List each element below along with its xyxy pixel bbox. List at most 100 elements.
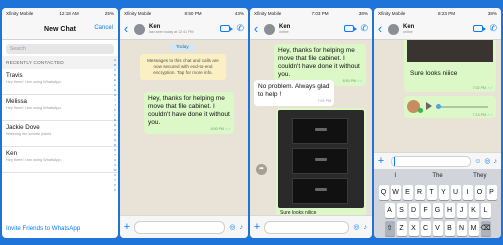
- key[interactable]: B: [444, 221, 455, 236]
- photo-message[interactable]: Sure looks nilice: [276, 108, 366, 216]
- contact-row[interactable]: Travis Hey there! I am using WhatsApp.: [2, 69, 118, 95]
- voice-message[interactable]: 7:13 PM ✓✓: [404, 96, 496, 118]
- mic-badge-icon: [418, 108, 423, 113]
- key[interactable]: Y: [438, 185, 449, 200]
- avatar[interactable]: [134, 23, 145, 35]
- playback-handle[interactable]: [436, 104, 441, 109]
- key[interactable]: H: [444, 203, 455, 218]
- suggestion[interactable]: They: [459, 169, 501, 183]
- video-call-icon[interactable]: [220, 25, 234, 32]
- message-time: 8:50 PM: [210, 127, 224, 131]
- forward-icon[interactable]: ➦: [256, 164, 267, 175]
- composer-bar: + ◎ ♪: [120, 215, 248, 238]
- key[interactable]: K: [468, 203, 479, 218]
- contact-status: Hey there! I am using WhatsApp.: [6, 106, 62, 110]
- message-input[interactable]: [264, 220, 350, 234]
- backspace-key-icon[interactable]: ⌫: [480, 221, 491, 236]
- message-area: Today Messages to this chat and calls ar…: [120, 40, 248, 223]
- key[interactable]: F: [420, 203, 431, 218]
- message-input[interactable]: [134, 220, 226, 234]
- back-chevron-icon[interactable]: ‹: [250, 19, 262, 39]
- key[interactable]: D: [408, 203, 419, 218]
- key[interactable]: J: [456, 203, 467, 218]
- invite-friends-link[interactable]: Invite Friends to WhatsApp: [2, 225, 118, 232]
- page-title: New Chat: [44, 25, 76, 33]
- contact-row[interactable]: Melissa Hey there! I am using WhatsApp.: [2, 95, 118, 121]
- video-call-icon[interactable]: [344, 25, 358, 32]
- battery-level: 38%: [358, 11, 368, 16]
- key[interactable]: Z: [396, 221, 407, 236]
- incoming-message[interactable]: No problem. Always glad to help ! 7:01 P…: [254, 80, 334, 106]
- avatar[interactable]: [264, 23, 275, 35]
- chat-screen-reply: Xfinity Mobile 7:03 PM 38% ‹ Ken online …: [250, 8, 372, 238]
- chat-header: ‹ Ken last seen today at 12:41 PM ✆: [120, 19, 248, 40]
- encryption-notice[interactable]: Messages to this chat and calls are now …: [140, 54, 226, 80]
- suggestion[interactable]: I: [374, 169, 416, 183]
- microphone-icon[interactable]: ♪: [494, 158, 498, 165]
- key[interactable]: W: [390, 185, 401, 200]
- voice-call-icon[interactable]: ✆: [236, 23, 244, 34]
- key[interactable]: R: [414, 185, 425, 200]
- play-icon[interactable]: [426, 102, 432, 110]
- read-receipt-icon: ✓✓: [486, 113, 493, 117]
- contact-row[interactable]: Jackie Dove Watering the tomato plants: [2, 121, 118, 147]
- key[interactable]: X: [408, 221, 419, 236]
- key[interactable]: Q: [378, 185, 389, 200]
- microphone-icon[interactable]: ♪: [364, 224, 368, 231]
- back-chevron-icon[interactable]: ‹: [120, 19, 132, 39]
- search-input[interactable]: Search: [6, 44, 114, 54]
- camera-icon[interactable]: ◎: [353, 223, 359, 231]
- contact-name: Jackie Dove: [6, 124, 40, 131]
- key[interactable]: O: [474, 185, 485, 200]
- key[interactable]: N: [456, 221, 467, 236]
- outgoing-message[interactable]: Hey, thanks for helping me move that fil…: [144, 92, 234, 134]
- camera-icon[interactable]: ◎: [484, 157, 490, 165]
- key[interactable]: G: [432, 203, 443, 218]
- new-chat-screen: Xfinity Mobile 12:18 AM 25% New Chat Can…: [2, 8, 118, 238]
- contact-name: Melissa: [6, 98, 27, 105]
- sticker-icon[interactable]: ☺: [474, 158, 481, 165]
- contact-name: Ken: [6, 150, 18, 157]
- audio-waveform[interactable]: [436, 106, 488, 108]
- alphabet-index[interactable]: A B C D E F G H I J K L M N O P Q R S T U V W X Y Z #: [113, 58, 117, 193]
- contact-info[interactable]: Ken online: [403, 24, 414, 35]
- key[interactable]: C: [420, 221, 431, 236]
- key[interactable]: U: [450, 185, 461, 200]
- cancel-button[interactable]: Cancel: [94, 25, 113, 31]
- message-text: Hey, thanks for helping me move that fil…: [278, 47, 360, 78]
- voice-call-icon[interactable]: ✆: [489, 23, 497, 34]
- key[interactable]: A: [384, 203, 395, 218]
- key[interactable]: I: [462, 185, 473, 200]
- section-header: RECENTLY CONTACTED: [2, 56, 118, 69]
- message-text: Hey, thanks for helping me move that fil…: [148, 95, 230, 126]
- key[interactable]: P: [486, 185, 497, 200]
- photo-message[interactable]: Sure looks niiice 7:02 PM ✓✓: [404, 40, 496, 92]
- contact-row[interactable]: Ken Hey there! I am using WhatsApp.: [2, 147, 118, 173]
- camera-icon[interactable]: ◎: [229, 223, 235, 231]
- back-chevron-icon[interactable]: ‹: [374, 19, 386, 39]
- shift-key-icon[interactable]: ⇧: [384, 221, 395, 236]
- attach-plus-icon[interactable]: +: [250, 221, 264, 233]
- contact-info[interactable]: Ken online: [279, 24, 290, 35]
- key[interactable]: T: [426, 185, 437, 200]
- attach-plus-icon[interactable]: +: [120, 221, 134, 233]
- battery-level: 38%: [487, 11, 497, 16]
- key[interactable]: E: [402, 185, 413, 200]
- attach-plus-icon[interactable]: +: [374, 155, 388, 167]
- key[interactable]: V: [432, 221, 443, 236]
- key[interactable]: S: [396, 203, 407, 218]
- video-call-icon[interactable]: [473, 25, 487, 32]
- status-bar: Xfinity Mobile 12:18 AM 25%: [2, 8, 118, 19]
- carrier-label: Xfinity Mobile: [124, 11, 152, 16]
- battery-level: 43%: [234, 11, 244, 16]
- suggestion[interactable]: The: [416, 169, 458, 183]
- contact-info[interactable]: Ken last seen today at 12:41 PM: [149, 24, 194, 35]
- read-receipt-icon: ✓✓: [224, 127, 231, 131]
- microphone-icon[interactable]: ♪: [240, 224, 244, 231]
- message-area: Hey, thanks for helping me move that fil…: [250, 40, 372, 223]
- avatar[interactable]: [388, 23, 399, 35]
- key[interactable]: L: [480, 203, 491, 218]
- message-input[interactable]: [391, 155, 472, 167]
- voice-call-icon[interactable]: ✆: [360, 23, 368, 34]
- key[interactable]: M: [468, 221, 479, 236]
